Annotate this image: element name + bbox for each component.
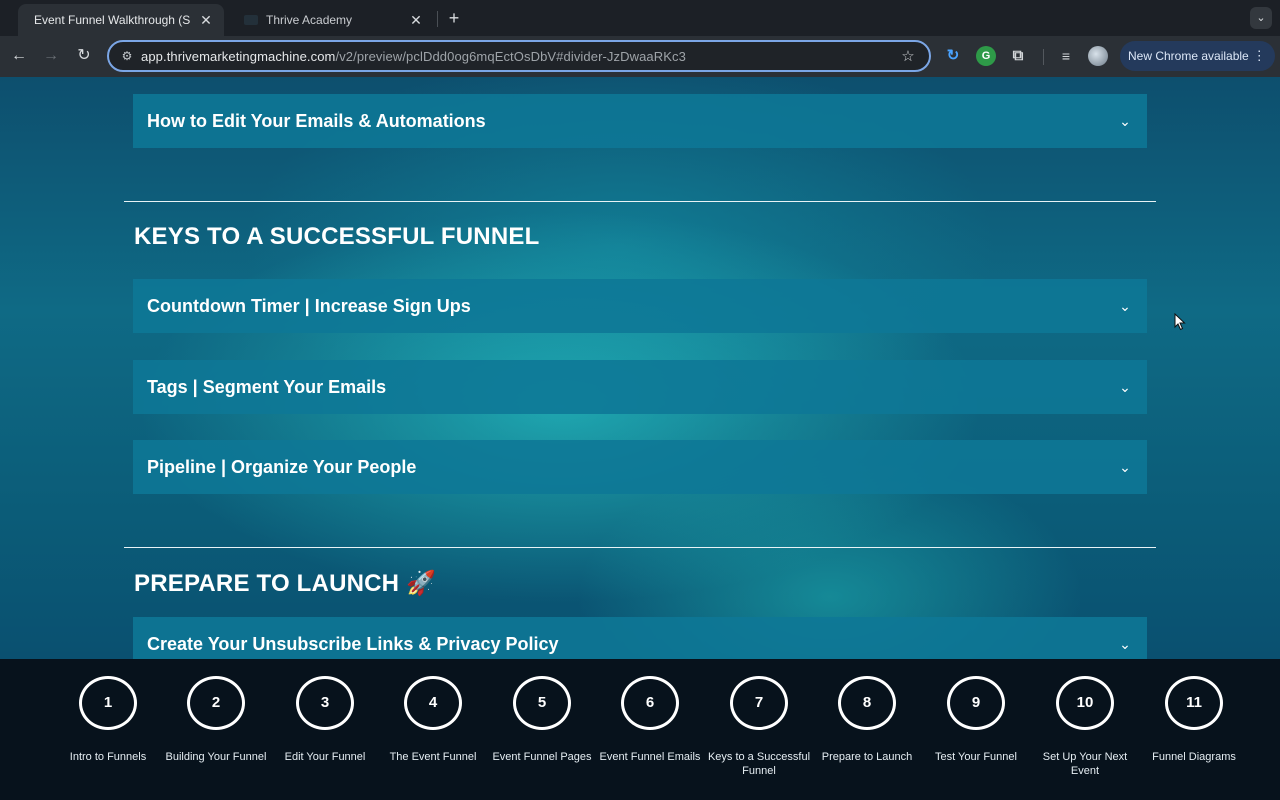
profile-avatar[interactable] bbox=[1088, 46, 1108, 66]
step-3[interactable]: 3 Edit Your Funnel bbox=[270, 676, 380, 764]
chevron-down-icon: ⌄ bbox=[1119, 298, 1131, 314]
step-4[interactable]: 4 The Event Funnel bbox=[378, 676, 488, 764]
section-heading-keys: KEYS TO A SUCCESSFUL FUNNEL bbox=[134, 223, 540, 250]
step-10[interactable]: 10 Set Up Your Next Event bbox=[1030, 676, 1140, 778]
step-caption[interactable]: Funnel Diagrams bbox=[1139, 750, 1249, 764]
step-number-circle[interactable]: 3 bbox=[296, 676, 354, 730]
step-caption[interactable]: The Event Funnel bbox=[378, 750, 488, 764]
section-heading-launch: PREPARE TO LAUNCH 🚀 bbox=[134, 570, 437, 597]
accordion-label: Create Your Unsubscribe Links & Privacy … bbox=[147, 633, 559, 654]
close-icon[interactable]: ✕ bbox=[408, 12, 424, 28]
url-host: app.thrivemarketingmachine.com bbox=[141, 48, 336, 64]
step-2[interactable]: 2 Building Your Funnel bbox=[161, 676, 271, 764]
menu-kebab-icon[interactable]: ⋮ bbox=[1253, 41, 1266, 71]
url-path: /v2/preview/pclDdd0og6mqEctOsDbV#divider… bbox=[335, 48, 686, 64]
chevron-down-icon: ⌄ bbox=[1119, 636, 1131, 652]
chevron-down-icon: ⌄ bbox=[1119, 113, 1131, 129]
tab-strip: Event Funnel Walkthrough (S ✕ Thrive Aca… bbox=[0, 0, 1280, 36]
toolbar-separator bbox=[1043, 49, 1044, 65]
page-content: How to Edit Your Emails & Automations ⌄ … bbox=[0, 77, 1280, 659]
accordion-label: Tags | Segment Your Emails bbox=[147, 376, 387, 397]
chevron-down-icon: ⌄ bbox=[1119, 459, 1131, 475]
step-number-circle[interactable]: 7 bbox=[730, 676, 788, 730]
forward-arrow-icon[interactable]: → bbox=[40, 45, 62, 67]
accordion-label: How to Edit Your Emails & Automations bbox=[147, 110, 486, 131]
reload-icon[interactable]: ↻ bbox=[73, 45, 95, 67]
step-caption[interactable]: Test Your Funnel bbox=[921, 750, 1031, 764]
section-divider bbox=[124, 547, 1156, 548]
step-caption[interactable]: Intro to Funnels bbox=[53, 750, 163, 764]
step-caption[interactable]: Event Funnel Emails bbox=[595, 750, 705, 764]
update-chrome-button[interactable]: New Chrome available ⋮ bbox=[1120, 41, 1275, 71]
step-11[interactable]: 11 Funnel Diagrams bbox=[1139, 676, 1249, 764]
step-caption[interactable]: Event Funnel Pages bbox=[487, 750, 597, 764]
step-9[interactable]: 9 Test Your Funnel bbox=[921, 676, 1031, 764]
new-tab-plus-icon[interactable]: + bbox=[444, 8, 464, 28]
step-caption[interactable]: Set Up Your Next Event bbox=[1030, 750, 1140, 778]
tab-separator bbox=[437, 11, 438, 27]
accordion-unsubscribe-links[interactable]: Create Your Unsubscribe Links & Privacy … bbox=[133, 617, 1147, 659]
back-arrow-icon[interactable]: ← bbox=[8, 45, 30, 67]
step-number-circle[interactable]: 4 bbox=[404, 676, 462, 730]
tab-search-chevron-icon[interactable]: ⌄ bbox=[1250, 7, 1272, 29]
accordion-label: Countdown Timer | Increase Sign Ups bbox=[147, 295, 471, 316]
tab-title: Event Funnel Walkthrough (S bbox=[34, 13, 191, 27]
step-number-circle[interactable]: 8 bbox=[838, 676, 896, 730]
accordion-label: Pipeline | Organize Your People bbox=[147, 456, 417, 477]
step-number-circle[interactable]: 6 bbox=[621, 676, 679, 730]
mouse-cursor-icon bbox=[1174, 313, 1186, 331]
step-caption[interactable]: Building Your Funnel bbox=[161, 750, 271, 764]
step-caption[interactable]: Keys to a Successful Funnel bbox=[704, 750, 814, 778]
site-info-icon[interactable]: ⚙ bbox=[119, 48, 135, 64]
address-bar[interactable]: ⚙ app.thrivemarketingmachine.com/v2/prev… bbox=[107, 40, 931, 72]
step-1[interactable]: 1 Intro to Funnels bbox=[53, 676, 163, 764]
step-number-circle[interactable]: 10 bbox=[1056, 676, 1114, 730]
bookmark-star-icon[interactable]: ☆ bbox=[897, 47, 919, 65]
extension-refresh-icon[interactable]: ↻ bbox=[943, 46, 963, 66]
browser-toolbar: ← → ↻ ⚙ app.thrivemarketingmachine.com/v… bbox=[0, 36, 1280, 77]
step-8[interactable]: 8 Prepare to Launch bbox=[812, 676, 922, 764]
tab-thrive-academy[interactable]: Thrive Academy ✕ bbox=[228, 4, 434, 36]
step-number-circle[interactable]: 5 bbox=[513, 676, 571, 730]
step-number-circle[interactable]: 1 bbox=[79, 676, 137, 730]
step-6[interactable]: 6 Event Funnel Emails bbox=[595, 676, 705, 764]
extensions-puzzle-icon[interactable]: ⧉ bbox=[1008, 46, 1028, 66]
step-number-circle[interactable]: 11 bbox=[1165, 676, 1223, 730]
close-icon[interactable]: ✕ bbox=[198, 12, 214, 28]
step-navigation-bar: 1 Intro to Funnels 2 Building Your Funnel 3 E… bbox=[0, 659, 1280, 800]
step-caption[interactable]: Edit Your Funnel bbox=[270, 750, 380, 764]
step-number-circle[interactable]: 9 bbox=[947, 676, 1005, 730]
url-text[interactable]: app.thrivemarketingmachine.com/v2/previe… bbox=[141, 49, 897, 64]
accordion-tags[interactable]: Tags | Segment Your Emails ⌄ bbox=[133, 360, 1147, 414]
chevron-down-icon: ⌄ bbox=[1119, 379, 1131, 395]
step-number-circle[interactable]: 2 bbox=[187, 676, 245, 730]
grammarly-icon[interactable]: G bbox=[976, 46, 996, 66]
tab-title: Thrive Academy bbox=[266, 13, 353, 27]
reading-list-icon[interactable]: ≡ bbox=[1056, 46, 1076, 66]
step-7[interactable]: 7 Keys to a Successful Funnel bbox=[704, 676, 814, 778]
favicon-icon bbox=[244, 15, 258, 25]
update-label: New Chrome available bbox=[1128, 49, 1249, 63]
accordion-pipeline[interactable]: Pipeline | Organize Your People ⌄ bbox=[133, 440, 1147, 494]
section-divider bbox=[124, 201, 1156, 202]
step-5[interactable]: 5 Event Funnel Pages bbox=[487, 676, 597, 764]
accordion-countdown-timer[interactable]: Countdown Timer | Increase Sign Ups ⌄ bbox=[133, 279, 1147, 333]
tab-event-funnel-walkthrough[interactable]: Event Funnel Walkthrough (S ✕ bbox=[18, 4, 224, 36]
step-caption[interactable]: Prepare to Launch bbox=[812, 750, 922, 764]
accordion-edit-emails[interactable]: How to Edit Your Emails & Automations ⌄ bbox=[133, 94, 1147, 148]
